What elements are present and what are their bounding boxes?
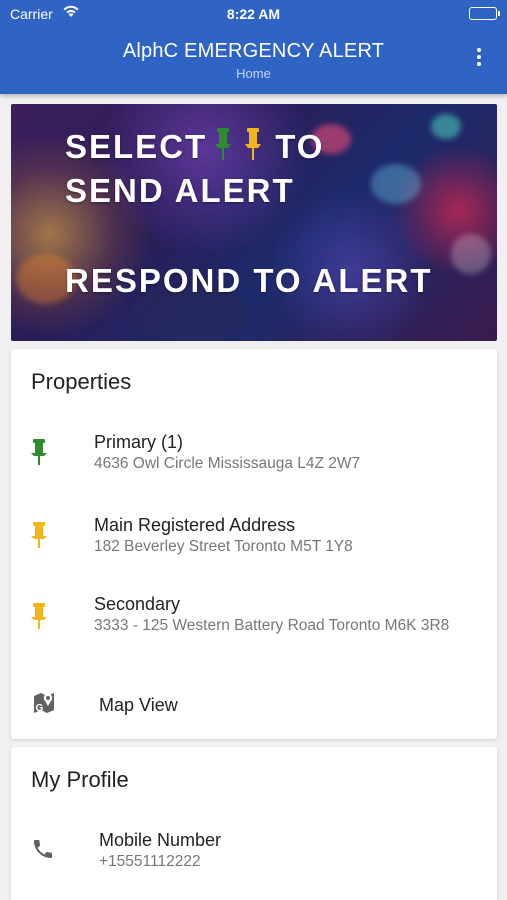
pin-green-icon bbox=[31, 439, 47, 470]
properties-title: Properties bbox=[31, 369, 132, 394]
app-title: AlphC EMERGENCY ALERT bbox=[122, 40, 385, 62]
more-options-icon[interactable] bbox=[473, 48, 485, 72]
mobile-number-value: +15551112222 bbox=[99, 853, 201, 870]
mobile-number-item[interactable]: Mobile Number +15551112222 bbox=[11, 825, 497, 875]
banner-to-text: TO bbox=[275, 128, 325, 165]
banner-pins-icon bbox=[213, 126, 269, 170]
properties-card: Properties Primary (1) 4636 Owl Circle M… bbox=[11, 349, 497, 739]
phone-icon bbox=[31, 837, 55, 866]
map-view-button[interactable]: G Map View bbox=[11, 685, 497, 725]
profile-title: My Profile bbox=[31, 767, 129, 792]
property-name: Primary (1) bbox=[94, 432, 183, 452]
alert-banner: SELECT TO SEND ALERT RESPOND TO ALERT bbox=[11, 104, 497, 341]
property-item-main-registered[interactable]: Main Registered Address 182 Beverley Str… bbox=[11, 510, 497, 560]
property-name: Secondary bbox=[94, 594, 181, 614]
battery-icon bbox=[469, 7, 500, 20]
status-time: 8:22 AM bbox=[226, 6, 281, 22]
banner-select-text: SELECT bbox=[65, 128, 208, 165]
property-address: 4636 Owl Circle Mississauga L4Z 2W7 bbox=[94, 455, 361, 472]
banner-send-alert-text: SEND ALERT bbox=[65, 172, 295, 209]
mobile-number-label: Mobile Number bbox=[99, 830, 222, 850]
property-address: 182 Beverley Street Toronto M5T 1Y8 bbox=[94, 538, 353, 555]
property-item-primary[interactable]: Primary (1) 4636 Owl Circle Mississauga … bbox=[11, 427, 497, 477]
google-map-icon: G bbox=[31, 690, 57, 721]
property-address: 3333 - 125 Western Battery Road Toronto … bbox=[94, 617, 450, 634]
pin-yellow-icon bbox=[31, 522, 47, 553]
profile-card: My Profile Mobile Number +15551112222 bbox=[11, 747, 497, 900]
pin-yellow-icon bbox=[31, 603, 47, 634]
map-view-label: Map View bbox=[99, 695, 178, 715]
property-item-secondary[interactable]: Secondary 3333 - 125 Western Battery Roa… bbox=[11, 589, 497, 659]
banner-respond-alert-text: RESPOND TO ALERT bbox=[65, 262, 433, 299]
app-bar: Carrier 8:22 AM AlphC EMERGENCY ALERT Ho… bbox=[0, 0, 507, 94]
page-subtitle: Home bbox=[236, 66, 271, 81]
property-name: Main Registered Address bbox=[94, 515, 296, 535]
svg-text:G: G bbox=[36, 703, 44, 714]
status-bar: Carrier 8:22 AM bbox=[0, 0, 507, 28]
